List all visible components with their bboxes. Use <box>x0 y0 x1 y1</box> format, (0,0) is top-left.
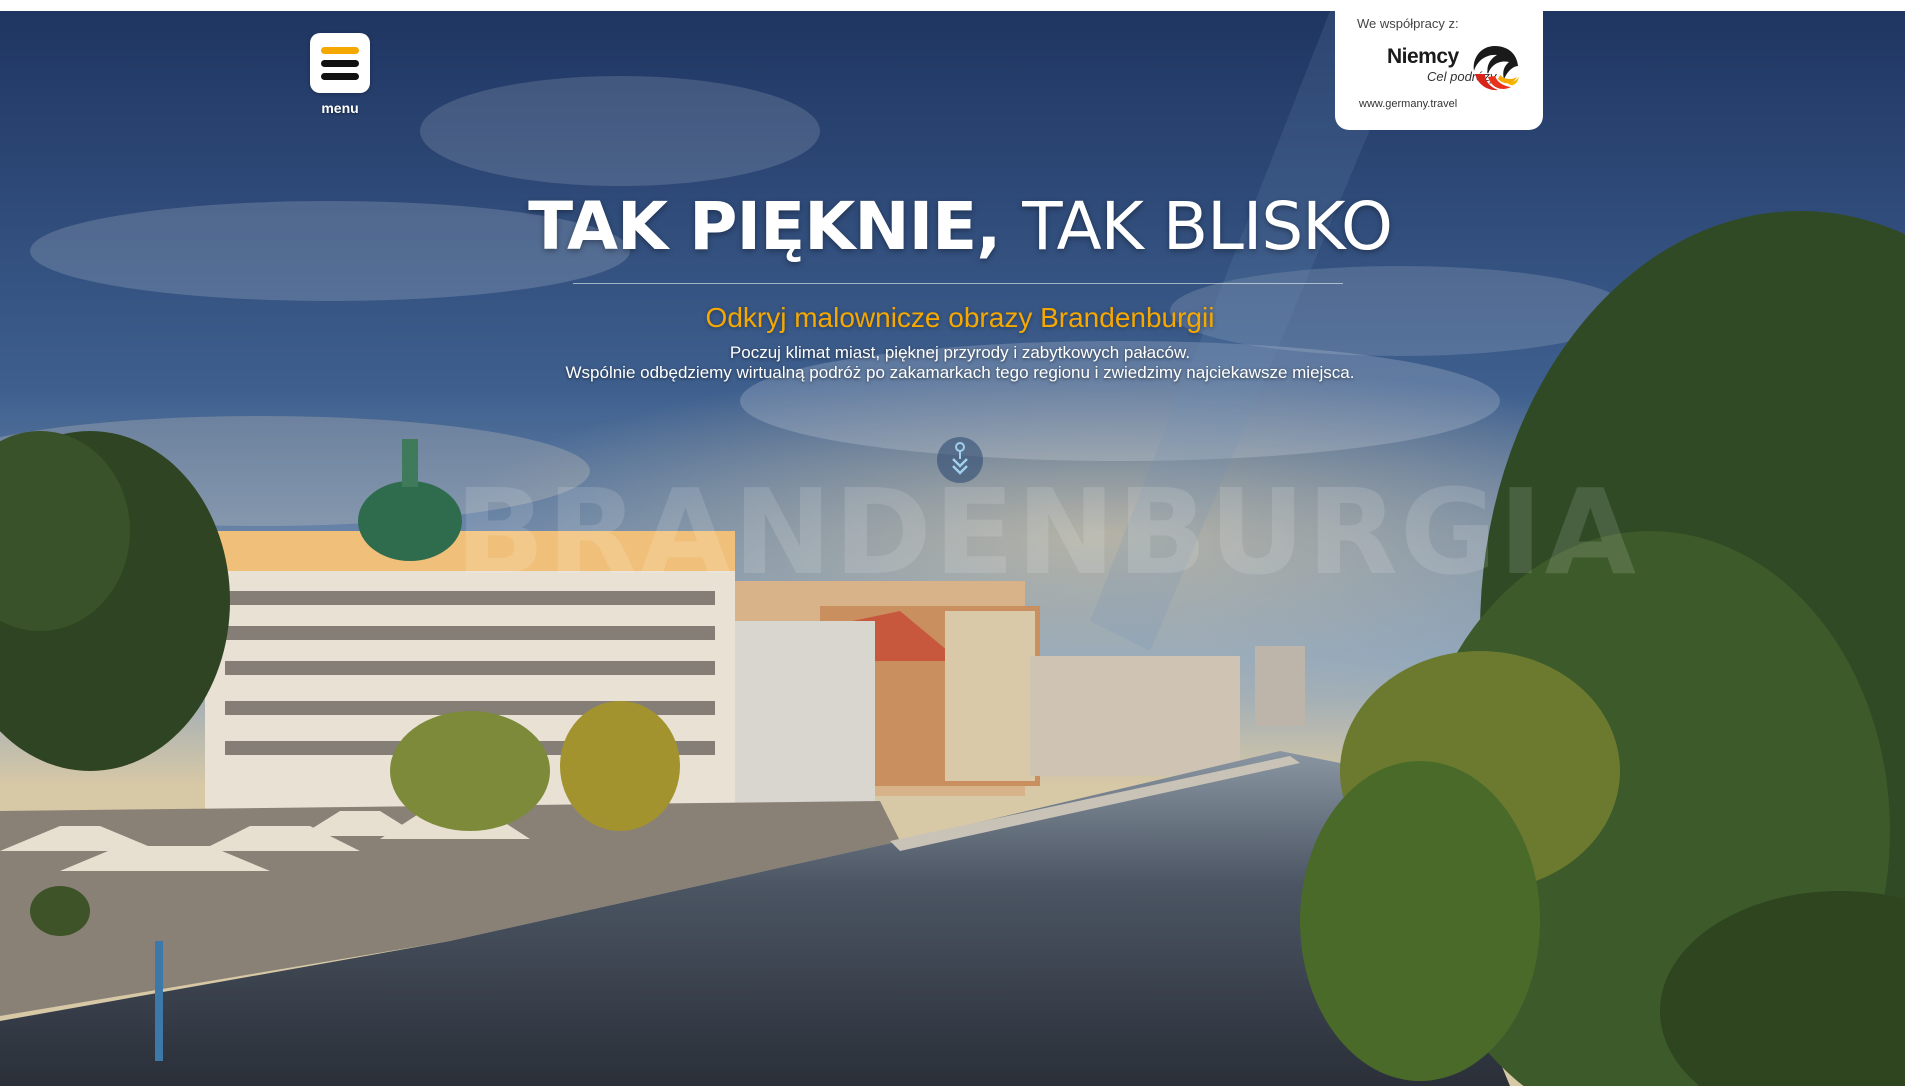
title-divider <box>573 283 1343 284</box>
partner-cooperation-text: We współpracy z: <box>1357 16 1459 31</box>
scroll-down-chevron-icon <box>952 442 968 475</box>
hero-subtitle: Odkryj malownicze obrazy Brandenburgii <box>705 302 1215 333</box>
hero-text-line-1: Poczuj klimat miast, pięknej przyrody i … <box>729 343 1191 362</box>
hero-title-part2: TAK BLISKO <box>1022 188 1393 265</box>
hero-title: TAK PIĘKNIE, TAK BLISKO <box>470 188 1450 265</box>
menu-label: menu <box>321 100 359 116</box>
hero-title-part1: TAK PIĘKNIE, <box>528 188 1001 265</box>
scroll-down-button[interactable] <box>937 437 983 483</box>
partner-badge[interactable]: We współpracy z: Niemcy Cel podróży www.… <box>1335 11 1543 130</box>
partner-brand-name: Niemcy <box>1387 45 1459 68</box>
top-strip <box>0 0 1905 11</box>
partner-url[interactable]: www.germany.travel <box>1359 98 1457 110</box>
germany-travel-logo-icon <box>1473 46 1519 91</box>
hero-section: BRANDENBURGIA <box>0 11 1905 1086</box>
region-watermark: BRANDENBURGIA <box>455 463 1638 601</box>
hero-text-line-2: Wspólnie odbędziemy wirtualną podróż po … <box>565 363 1355 382</box>
menu-button[interactable] <box>310 33 370 93</box>
